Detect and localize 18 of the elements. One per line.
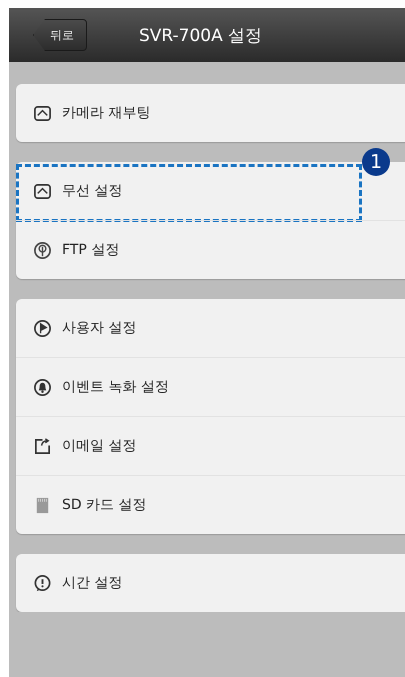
menu-item[interactable]: 이벤트 녹화 설정: [62, 378, 169, 396]
menu-item[interactable]: 카메라 재부팅: [62, 104, 150, 122]
callout-badge: 1: [362, 148, 390, 176]
menu-item[interactable]: FTP 설정: [62, 241, 120, 259]
menu-item[interactable]: 이메일 설정: [62, 437, 136, 455]
menu-item[interactable]: 무선 설정: [62, 182, 122, 200]
screen-title: SVR-700A 설정: [139, 24, 262, 46]
menu-item[interactable]: 시간 설정: [62, 574, 122, 592]
frame-wave-icon: [33, 182, 52, 200]
alert-bubble-icon: [33, 574, 52, 592]
bell-circle-icon: [33, 378, 52, 396]
share-frame-icon: [33, 436, 52, 456]
menu-item[interactable]: 사용자 설정: [62, 319, 136, 337]
tree-circle-icon: [33, 240, 52, 260]
back-button[interactable]: 뒤로: [33, 19, 87, 51]
menu-item[interactable]: SD 카드 설정: [62, 496, 147, 514]
frame-wave-icon: [33, 104, 52, 122]
play-circle-icon: [33, 318, 52, 338]
